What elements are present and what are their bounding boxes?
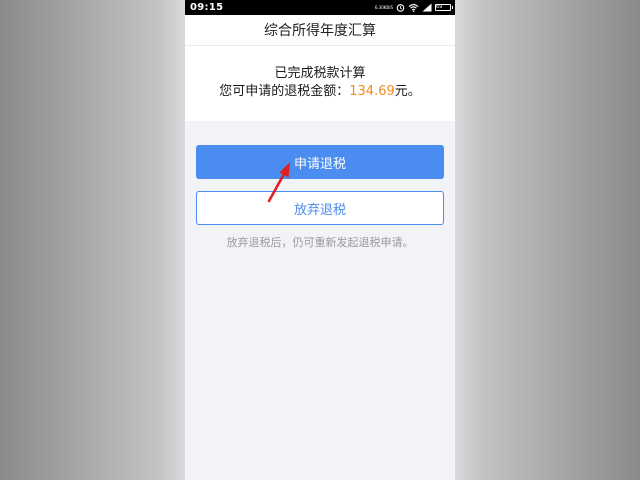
nav-bar: 综合所得年度汇算 xyxy=(185,15,455,46)
calculation-complete-text: 已完成税款计算 xyxy=(274,66,366,81)
network-speed: 6.30 KB/S xyxy=(374,4,393,10)
signal-icon xyxy=(422,3,432,12)
apply-refund-label: 申请退税 xyxy=(293,156,346,172)
apply-refund-button[interactable]: 申请退税 xyxy=(196,145,444,179)
refund-amount-value: 134.69 xyxy=(349,84,395,99)
wifi-icon xyxy=(408,3,419,12)
status-bar: 09:15 6.30 KB/S 69 xyxy=(185,0,455,15)
battery-level: 69 xyxy=(436,4,443,10)
network-speed-unit: KB/S xyxy=(383,4,393,10)
refund-amount-label: 您可申请的退税金额： xyxy=(219,84,350,99)
phone-screen: 09:15 6.30 KB/S 69 综合所得年度汇算 已完成税款计算 您可申请… xyxy=(185,0,455,480)
abandon-hint-text: 放弃退税后，仍可重新发起退税申请。 xyxy=(226,236,414,249)
network-speed-value: 6.30 xyxy=(374,4,384,10)
battery-icon: 69 xyxy=(435,4,453,11)
status-time: 09:15 xyxy=(190,2,224,13)
abandon-refund-button[interactable]: 放弃退税 xyxy=(196,191,444,225)
result-card: 已完成税款计算 您可申请的退税金额：134.69元。 xyxy=(185,46,455,121)
alarm-icon xyxy=(396,3,405,12)
refund-amount-unit: 元。 xyxy=(394,84,421,99)
page-title: 综合所得年度汇算 xyxy=(264,23,376,39)
refund-amount-line: 您可申请的退税金额：134.69元。 xyxy=(185,83,455,101)
abandon-refund-label: 放弃退税 xyxy=(293,202,346,218)
status-icons: 6.30 KB/S 69 xyxy=(374,3,453,12)
